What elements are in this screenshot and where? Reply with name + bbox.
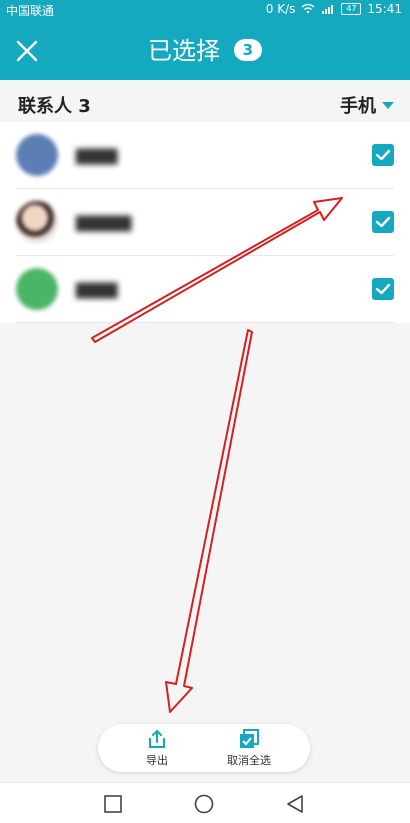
contact-name-blurred: ▆▆▆ [76, 144, 118, 165]
arrow-to-export [165, 329, 253, 713]
bottom-action-bar: 导出 取消全选 [98, 724, 310, 772]
contact-row[interactable]: ▆▆▆ [16, 256, 394, 323]
status-bar: 中国联通 0 K/s 47 15:41 [0, 0, 410, 20]
recent-apps-square-icon[interactable] [102, 793, 124, 815]
avatar [16, 268, 58, 310]
deselect-all-button[interactable]: 取消全选 [204, 728, 294, 768]
contacts-count-title: 联系人 3 [18, 96, 91, 117]
contact-row[interactable]: ▆▆▆▆ [16, 189, 394, 256]
export-icon [149, 729, 165, 748]
export-button[interactable]: 导出 [112, 728, 202, 768]
signal-icon [322, 5, 334, 14]
network-speed: 0 K/s [265, 2, 296, 16]
page-title-group: 已选择 3 [0, 36, 410, 66]
checkbox-checked-icon[interactable] [372, 278, 394, 300]
wifi-icon [301, 4, 315, 14]
contact-name-blurred: ▆▆▆ [76, 278, 118, 299]
home-circle-icon[interactable] [193, 793, 215, 815]
source-filter-dropdown[interactable]: 手机 [340, 92, 394, 118]
back-triangle-icon[interactable] [284, 793, 306, 815]
avatar [16, 201, 58, 243]
carrier-label: 中国联通 [6, 4, 55, 18]
source-filter-label: 手机 [340, 96, 376, 117]
page-title: 已选择 [147, 37, 220, 65]
checkbox-checked-icon[interactable] [372, 144, 394, 166]
battery-icon: 47 [341, 3, 362, 15]
chevron-down-icon [382, 101, 394, 109]
checkbox-checked-icon[interactable] [372, 211, 394, 233]
contact-name-blurred: ▆▆▆▆ [76, 211, 132, 232]
title-bar: 已选择 3 [0, 20, 410, 80]
system-nav-bar [0, 782, 410, 823]
status-right: 0 K/s 47 15:41 [266, 2, 402, 16]
contact-row[interactable]: ▆▆▆ [16, 122, 394, 189]
export-label: 导出 [146, 754, 168, 767]
section-header: 联系人 3 手机 [0, 80, 410, 124]
avatar [16, 134, 58, 176]
deselect-all-icon [240, 729, 259, 748]
clock: 15:41 [367, 2, 402, 16]
deselect-all-label: 取消全选 [227, 754, 271, 767]
contact-list: ▆▆▆ ▆▆▆▆ ▆▆▆ [0, 122, 410, 323]
selected-count-badge: 3 [233, 39, 263, 61]
